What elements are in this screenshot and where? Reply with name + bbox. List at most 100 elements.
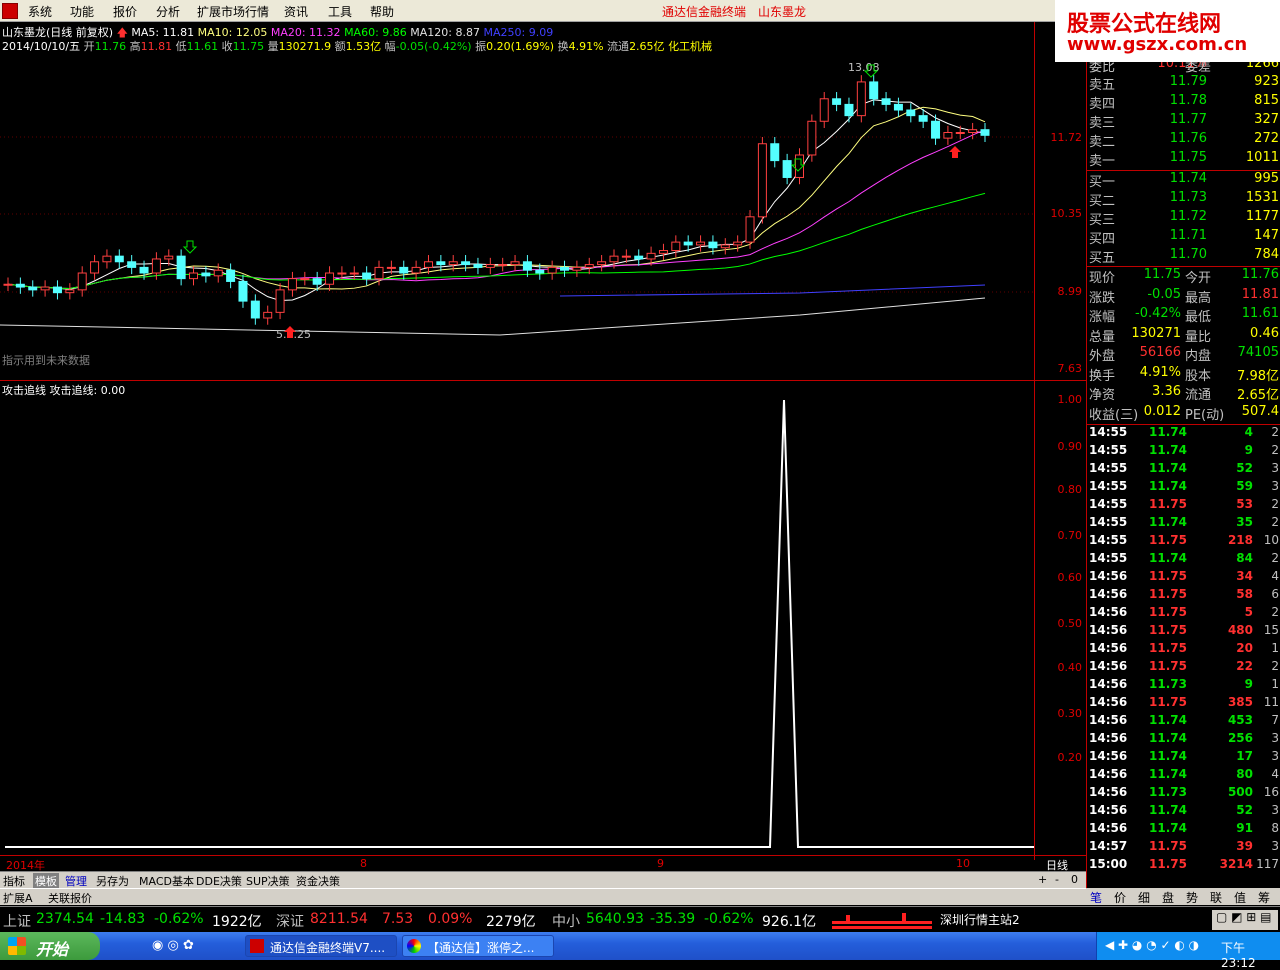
- trade-tick-row: 14:56 11.74 256 3: [1087, 731, 1280, 749]
- taskbar-item-tdx[interactable]: 通达信金融终端V7....: [245, 935, 397, 957]
- candle-body: [646, 252, 656, 260]
- candlestick-chart[interactable]: 13.08 5.8.25 指示用到未来数据: [0, 60, 1034, 380]
- tick-price: 11.75: [1149, 497, 1187, 511]
- time-axis: 2014年 8 9 10 日线: [0, 855, 1086, 872]
- stat-l2: 最低: [1185, 310, 1212, 325]
- tab-trend[interactable]: 势: [1186, 889, 1198, 906]
- status-icons[interactable]: ▢ ◩ ⊞ ▤: [1212, 910, 1278, 930]
- tick-count: 7: [1271, 713, 1279, 727]
- menu-system[interactable]: 系统: [28, 3, 52, 20]
- menu-function[interactable]: 功能: [70, 3, 94, 20]
- tab-trades[interactable]: 笔: [1090, 889, 1102, 906]
- candle-body: [287, 278, 297, 291]
- windows-taskbar: 开始 ◉ ◎ ✿ 通达信金融终端V7.... 【通达信】涨停之... ◀ ✚ ◕…: [0, 932, 1280, 970]
- menu-extended-market[interactable]: 扩展市场行情: [197, 3, 269, 20]
- tick-price: 11.74: [1149, 803, 1187, 817]
- tray-icons[interactable]: ◀ ✚ ◕ ◔ ✓ ◐ ◑: [1105, 938, 1199, 952]
- ask-price: 11.76: [1169, 131, 1207, 146]
- tick-volume: 218: [1227, 533, 1253, 547]
- stat-l1: 外盘: [1089, 349, 1116, 364]
- tab-dde[interactable]: DDE决策: [196, 873, 242, 889]
- tdx-app-icon: [250, 939, 264, 953]
- ask-label: 卖五: [1089, 78, 1116, 93]
- tick-count: 2: [1271, 551, 1279, 565]
- indicator-tabbar: 指标 模板 管理 另存为 MACD基本 DDE决策 SUP决策 资金决策 + -…: [0, 871, 1086, 889]
- tick-count: 117: [1256, 857, 1279, 871]
- windows-logo-icon: [8, 937, 26, 955]
- menu-news[interactable]: 资讯: [284, 3, 308, 20]
- tick-time: 14:57: [1089, 839, 1128, 853]
- candle-body: [114, 255, 124, 263]
- candle-body: [807, 120, 817, 156]
- tab-extension-a[interactable]: 扩展A: [3, 890, 33, 906]
- tick-price: 11.75: [1149, 623, 1187, 637]
- candle-body: [300, 278, 310, 281]
- tick-count: 3: [1271, 749, 1279, 763]
- tab-related-quote[interactable]: 关联报价: [48, 890, 92, 906]
- start-button[interactable]: 开始: [0, 932, 100, 960]
- extension-tabbar: 扩展A 关联报价: [0, 888, 1086, 905]
- trade-tick-row: 14:56 11.75 385 11: [1087, 695, 1280, 713]
- tab-template[interactable]: 模板: [33, 873, 59, 889]
- tick-count: 2: [1271, 425, 1279, 439]
- zx-pct: -0.62%: [704, 911, 754, 927]
- indicator-chart[interactable]: [0, 395, 1034, 855]
- ma250-line: [559, 284, 986, 297]
- tab-save-as[interactable]: 另存为: [96, 873, 129, 889]
- tab-macd[interactable]: MACD基本: [139, 873, 194, 889]
- tab-sup[interactable]: SUP决策: [246, 873, 290, 889]
- open-value: 11.76: [94, 40, 127, 53]
- tick-time: 14:56: [1089, 731, 1128, 745]
- price-axis: ◇ □ 11.72 10.35 8.99 7.63 1.00 0.90 0.80…: [1034, 22, 1087, 860]
- menu-help[interactable]: 帮助: [370, 3, 394, 20]
- tab-link[interactable]: 联: [1210, 889, 1222, 906]
- quicklaunch-icons[interactable]: ◉ ◎ ✿: [152, 938, 194, 953]
- close-label: 收: [221, 40, 233, 53]
- ask-vol: 815: [1254, 93, 1279, 108]
- tick-time: 14:56: [1089, 587, 1128, 601]
- tab-chips[interactable]: 筹: [1258, 889, 1270, 906]
- stat-row: 换手 4.91% 股本 7.98亿: [1087, 365, 1280, 384]
- app-logo-icon: [2, 3, 18, 19]
- taskbar-item-browser[interactable]: 【通达信】涨停之...: [402, 935, 554, 957]
- tick-price: 11.74: [1149, 767, 1187, 781]
- bid-row: 买一 11.74 995: [1087, 171, 1280, 190]
- bar-date: 2014/10/10/五: [2, 40, 81, 53]
- ask-row: 卖三 11.77 327: [1087, 112, 1280, 131]
- trade-tick-row: 14:56 11.74 453 7: [1087, 713, 1280, 731]
- tick-count: 3: [1271, 839, 1279, 853]
- trade-tick-row: 14:56 11.75 58 6: [1087, 587, 1280, 605]
- candle-body: [943, 132, 953, 139]
- tick-volume: 5: [1244, 605, 1253, 619]
- stat-row: 净资 3.36 流通 2.65亿: [1087, 384, 1280, 403]
- tab-detail[interactable]: 细: [1138, 889, 1150, 906]
- tick-count: 1: [1271, 641, 1279, 655]
- tab-book[interactable]: 盘: [1162, 889, 1174, 906]
- stat-v1: 4.91%: [1139, 364, 1181, 380]
- ask-price: 11.78: [1169, 93, 1207, 108]
- tick-volume: 480: [1227, 623, 1253, 637]
- zx-amount: 926.1亿: [762, 914, 817, 930]
- tab-manage[interactable]: 管理: [65, 873, 87, 889]
- reset-button[interactable]: 0: [1071, 873, 1078, 886]
- clock: 下午 23:12: [1221, 941, 1256, 970]
- candle-body: [213, 269, 223, 277]
- menu-tools[interactable]: 工具: [328, 3, 352, 20]
- candle-body: [621, 255, 631, 258]
- candle-body: [423, 261, 433, 268]
- tab-price[interactable]: 价: [1114, 889, 1126, 906]
- menu-analysis[interactable]: 分析: [156, 3, 180, 20]
- remove-button[interactable]: -: [1055, 873, 1059, 886]
- tab-value[interactable]: 值: [1234, 889, 1246, 906]
- add-button[interactable]: +: [1038, 873, 1047, 886]
- osc-tick: 0.80: [1057, 483, 1083, 496]
- stat-v1: -0.05: [1147, 286, 1181, 302]
- tab-indicator[interactable]: 指标: [3, 873, 25, 889]
- tick-price: 11.74: [1149, 443, 1187, 457]
- tab-fund[interactable]: 资金决策: [296, 873, 340, 889]
- tick-count: 3: [1271, 461, 1279, 475]
- tick-price: 11.73: [1149, 677, 1187, 691]
- menu-quote[interactable]: 报价: [113, 3, 137, 20]
- pane-divider[interactable]: [0, 380, 1086, 381]
- sz-amount: 2279亿: [486, 914, 536, 930]
